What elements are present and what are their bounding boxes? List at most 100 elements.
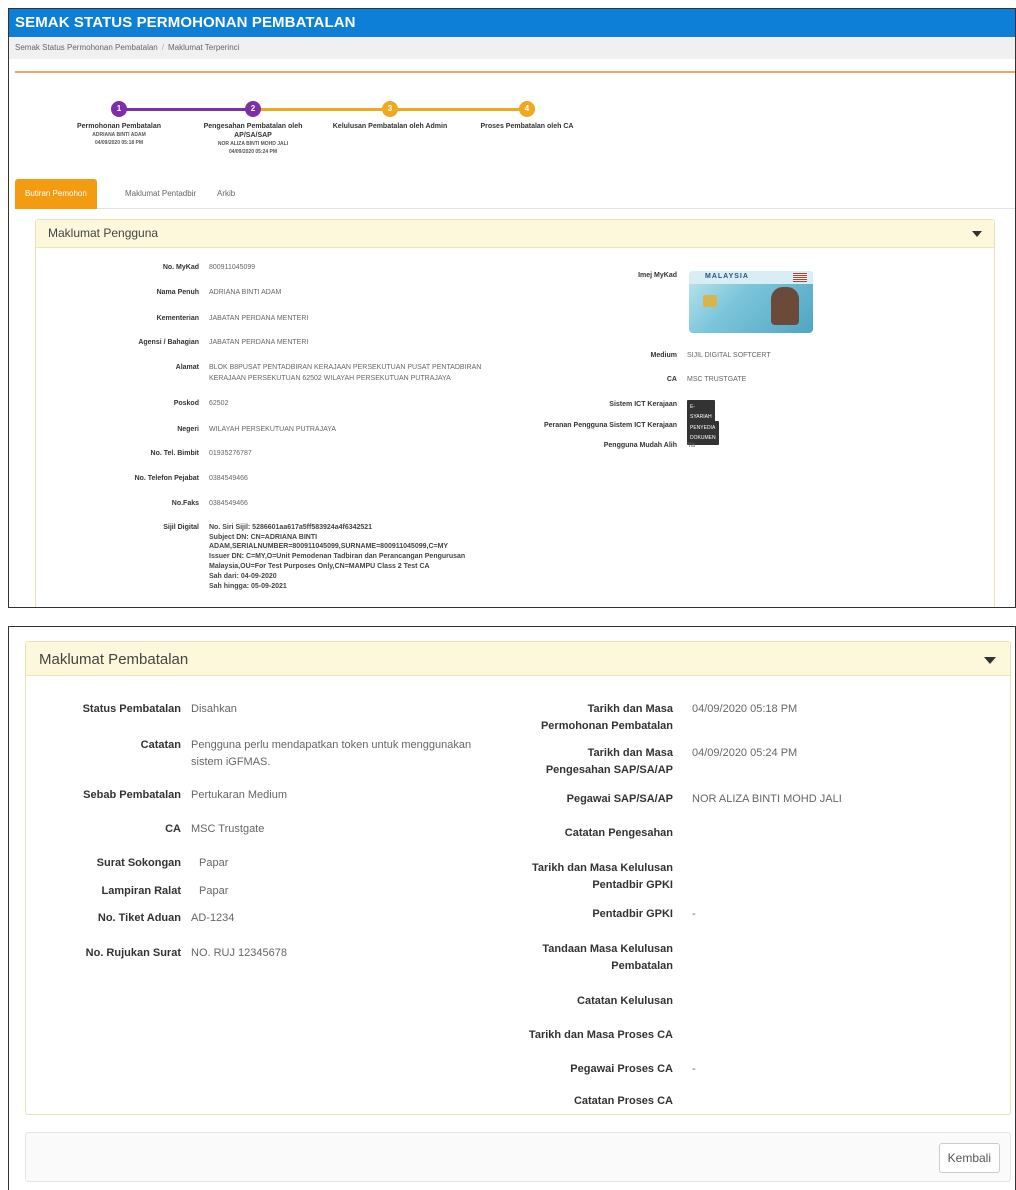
kembali-button[interactable]: Kembali	[938, 1143, 1000, 1173]
field-label: Nama Penuh	[156, 289, 199, 296]
step-title: Permohonan Pembatalan	[76, 123, 162, 130]
divider	[15, 71, 1015, 73]
progress-stepper: 1 Permohonan Pembatalan ADRIANA BINTI AD…	[9, 87, 609, 167]
tab-arkib[interactable]: Arkib	[207, 179, 245, 209]
sijil-valid-from: Sah dari: 04-09-2020	[209, 573, 277, 580]
field-label: Pengesahan SAP/SA/AP	[545, 764, 673, 776]
portrait-image	[771, 287, 799, 325]
field-label: Surat Sokongan	[96, 857, 181, 869]
field-value: BLOK B8PUSAT PENTADBIRAN KERAJAAN PERSEK…	[209, 364, 482, 371]
field-label: Tarikh dan Masa	[587, 703, 673, 715]
field-label: Imej MyKad	[638, 272, 677, 279]
panel-header[interactable]: Maklumat Pengguna	[36, 220, 994, 248]
field-label: No. Telefon Pejabat	[134, 475, 199, 482]
field-label: Pembatalan	[611, 960, 673, 972]
form-footer: Kembali	[25, 1132, 1011, 1182]
field-label: Status Pembatalan	[82, 703, 181, 715]
field-value: 62502	[209, 400, 229, 407]
panel-header[interactable]: Maklumat Pembatalan	[26, 642, 1010, 676]
step-title: Pengesahan Pembatalan oleh AP/SA/SAP	[203, 123, 303, 139]
field-label: CA	[165, 823, 181, 835]
field-label: Lampiran Ralat	[101, 885, 181, 897]
field-label: Sebab Pembatalan	[83, 789, 181, 801]
field-value: sistem iGFMAS.	[191, 756, 271, 768]
field-value: -	[692, 908, 696, 920]
step-user: ADRIANA BINTI ADAM	[92, 132, 146, 138]
tab-maklumat-pentadbir[interactable]: Maklumat Pentadbir	[115, 179, 206, 209]
field-value: 0384549466	[209, 475, 248, 482]
field-value: 800911045099	[209, 264, 256, 271]
field-value: Disahkan	[191, 703, 237, 715]
field-label: Poskod	[173, 400, 199, 407]
field-value: KERAJAAN PERSEKUTUAN 62502 WILAYAH PERSE…	[209, 375, 451, 382]
step-time: 04/09/2020 05:24 PM	[228, 149, 278, 155]
surat-sokongan-link[interactable]: Papar	[199, 855, 228, 871]
panel-title: Maklumat Pembatalan	[39, 651, 189, 668]
sijil-issuer: Issuer DN: C=MY,O=Unit Pemodenan Tadbira…	[209, 553, 466, 560]
page-title: SEMAK STATUS PERMOHONAN PEMBATALAN	[9, 9, 1015, 37]
field-value: MSC TRUSTGATE	[687, 376, 747, 383]
step-user: NOR ALIZA BINTI MOHD JALI	[217, 141, 289, 147]
field-label: Pegawai SAP/SA/AP	[566, 793, 673, 805]
field-label: No. Tel. Bimbit	[150, 450, 199, 457]
field-value: NOR ALIZA BINTI MOHD JALI	[692, 793, 842, 805]
field-label: Pengguna Mudah Alih	[603, 442, 677, 449]
field-label: Pegawai Proses CA	[570, 1063, 673, 1075]
lampiran-ralat-link[interactable]: Papar	[199, 883, 228, 899]
field-value: -	[692, 1063, 696, 1075]
collapse-caret-icon[interactable]	[984, 657, 996, 664]
step-number: 1	[111, 101, 127, 117]
field-label: Sijil Digital	[163, 524, 199, 531]
field-label: No. Tiket Aduan	[97, 912, 181, 924]
breadcrumb-current: Maklumat Terperinci	[167, 43, 240, 52]
tab-bar: Butiran Pemohon Maklumat Pentadbir Arkib	[15, 179, 1015, 209]
field-value: ADRIANA BINTI ADAM	[209, 289, 282, 296]
sijil-subject-cont: ADAM,SERIALNUMBER=800911045099,SURNAME=8…	[209, 543, 449, 550]
field-value: 04/09/2020 05:18 PM	[692, 703, 798, 715]
field-value: JABATAN PERDANA MENTERI	[209, 339, 309, 346]
field-value: Ya	[687, 442, 696, 449]
collapse-caret-icon[interactable]	[972, 231, 982, 237]
field-value: AD-1234	[191, 912, 235, 924]
step-1: 1 Permohonan Pembatalan ADRIANA BINTI AD…	[54, 101, 184, 147]
field-label: Tarikh dan Masa	[587, 747, 673, 759]
step-3: 3 Kelulusan Pembatalan oleh Admin	[325, 101, 455, 131]
field-label: Tarikh dan Masa Kelulusan	[531, 862, 673, 874]
step-time: 04/09/2020 05:18 PM	[94, 140, 144, 146]
breadcrumb-link[interactable]: Semak Status Permohonan Pembatalan	[15, 43, 158, 52]
field-label: No. Rujukan Surat	[85, 947, 181, 959]
field-label: Catatan Pengesahan	[564, 827, 673, 839]
field-value: Pertukaran Medium	[191, 789, 287, 801]
field-label: Medium	[650, 352, 677, 359]
step-title: Proses Pembatalan oleh CA	[480, 123, 574, 130]
top-screenshot-frame: SEMAK STATUS PERMOHONAN PEMBATALAN Semak…	[8, 8, 1016, 608]
field-value: SIJIL DIGITAL SOFTCERT	[687, 352, 771, 359]
bottom-screenshot-frame: Maklumat Pembatalan Status Pembatalan Dis…	[8, 626, 1016, 1190]
field-label: No. MyKad	[162, 264, 199, 271]
field-label: Agensi / Bahagian	[138, 339, 199, 346]
breadcrumb-separator: /	[161, 43, 164, 52]
mykad-image: MALAYSIA	[689, 271, 813, 333]
field-label: Catatan Kelulusan	[577, 995, 673, 1007]
field-value: WILAYAH PERSEKUTUAN PUTRAJAYA	[209, 426, 337, 433]
field-label: Pentadbir GPKI	[592, 879, 673, 891]
field-value: Pengguna perlu mendapatkan token untuk m…	[191, 739, 472, 751]
field-label: Catatan Proses CA	[573, 1095, 673, 1107]
field-label: Tarikh dan Masa Proses CA	[528, 1029, 673, 1041]
step-number: 2	[245, 101, 261, 117]
field-value: 04/09/2020 05:24 PM	[692, 747, 798, 759]
flag-icon	[793, 273, 807, 282]
step-2: 2 Pengesahan Pembatalan oleh AP/SA/SAP N…	[188, 101, 318, 156]
field-value: 0384549466	[209, 500, 248, 507]
field-value: NO. RUJ 12345678	[191, 947, 287, 959]
field-label: Alamat	[175, 364, 199, 371]
field-value: 01935276787	[209, 450, 252, 457]
tab-butiran-pemohon[interactable]: Butiran Pemohon	[15, 179, 97, 209]
field-label: Permohonan Pembatalan	[540, 720, 673, 732]
field-label: No.Faks	[171, 500, 199, 507]
field-value: MSC Trustgate	[191, 823, 265, 835]
sijil-issuer-cont: Malaysia,OU=For Test Purposes Only,CN=MA…	[209, 563, 430, 570]
step-4: 4 Proses Pembatalan oleh CA	[462, 101, 592, 131]
step-title: Kelulusan Pembatalan oleh Admin	[332, 123, 448, 130]
field-label: Pentadbir GPKI	[592, 908, 673, 920]
